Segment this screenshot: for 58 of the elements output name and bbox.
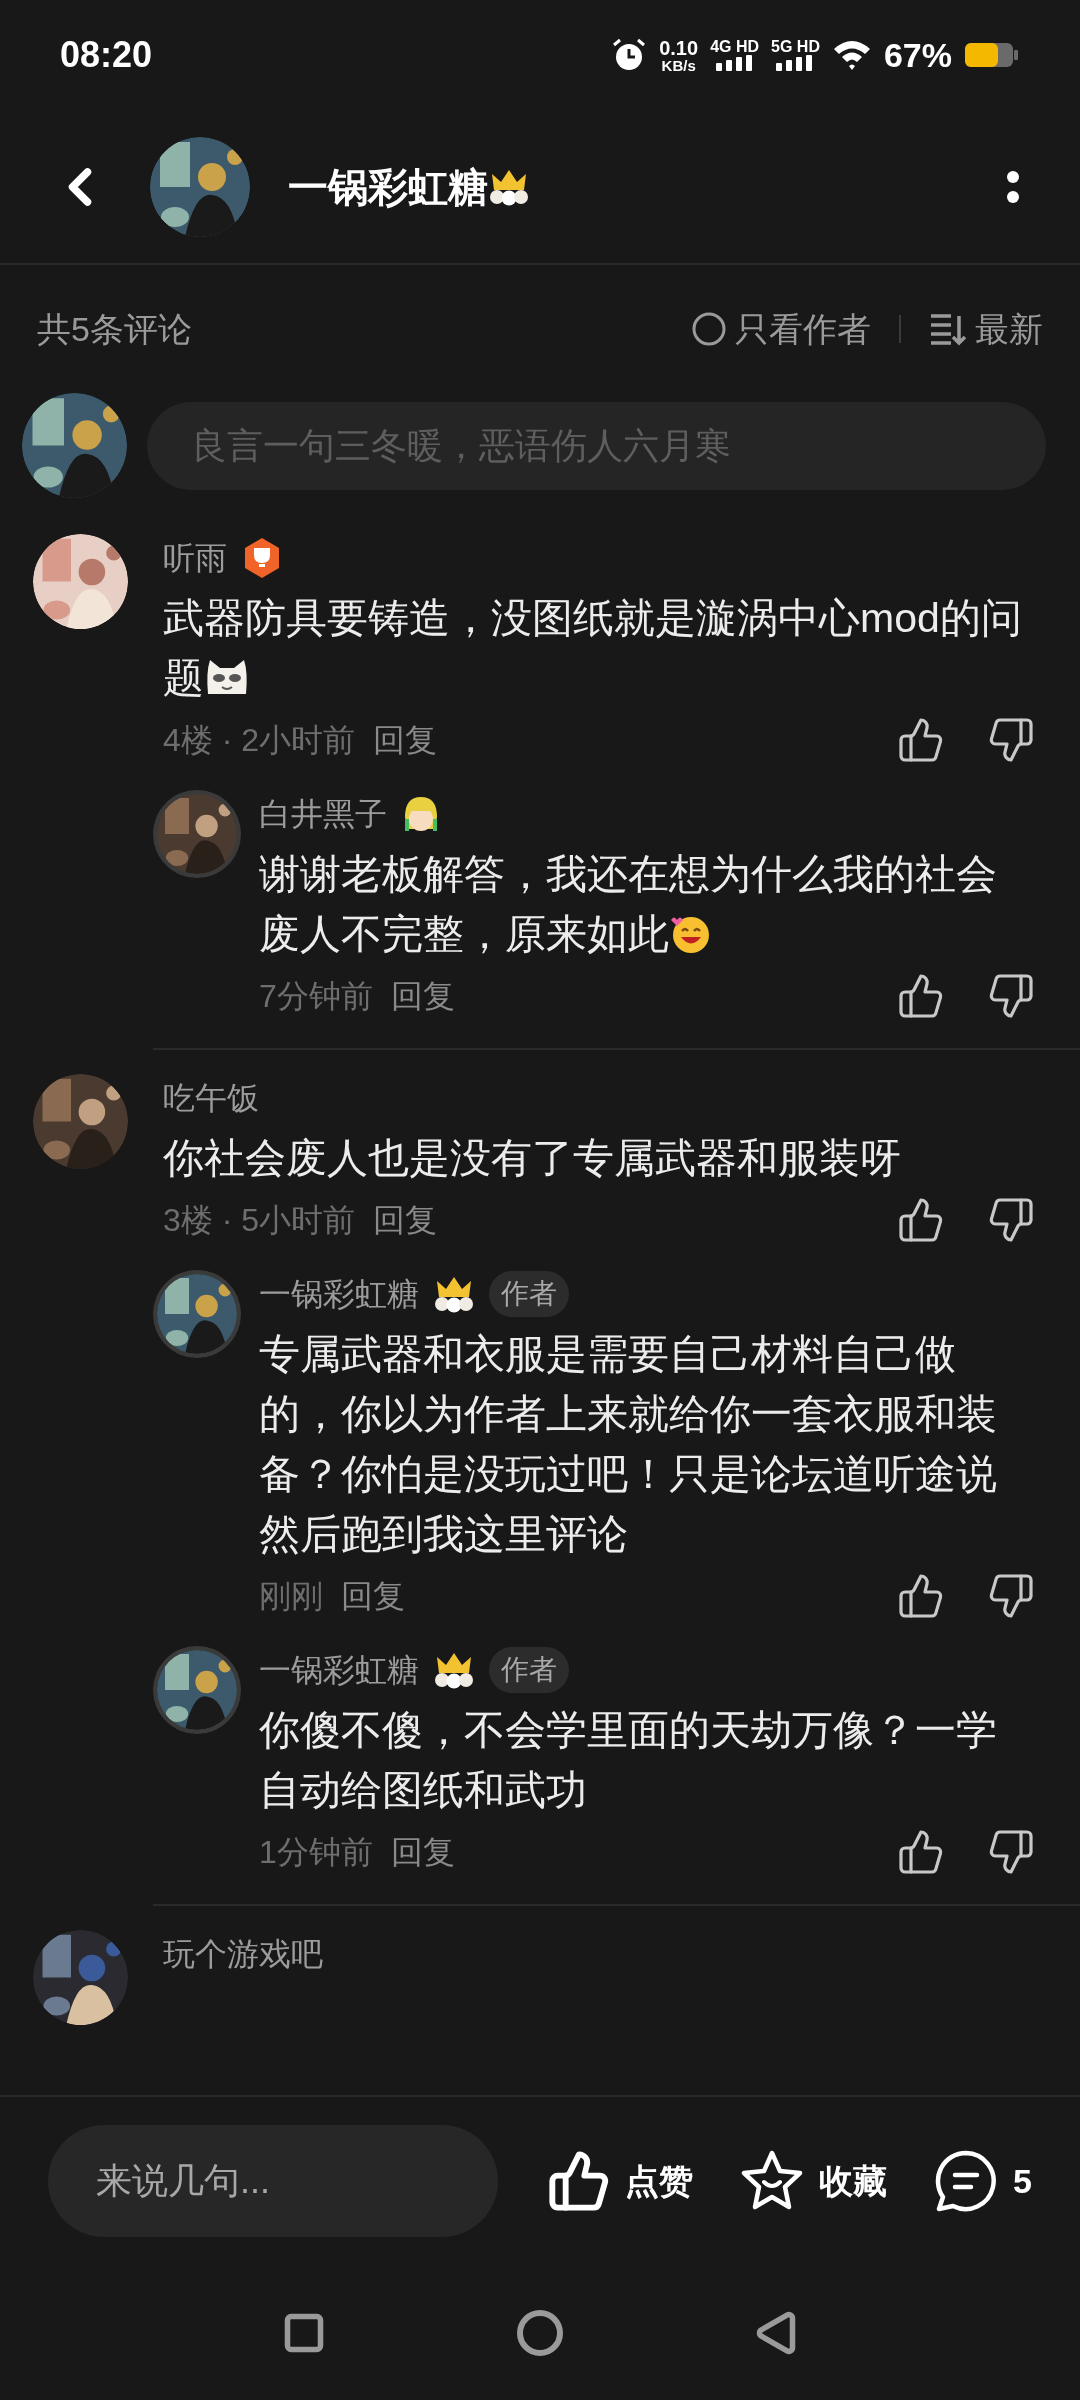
home-icon[interactable]	[516, 2308, 564, 2357]
user-name[interactable]: 玩个游戏吧	[163, 1930, 323, 1978]
header-title: 一锅彩虹糖	[288, 163, 488, 211]
comment-text: 专属武器和衣服是需要自己材料自己做的，你以为作者上来就给你一套衣服和装备？你怕是没玩过吧！只是论坛道听途说然后跑到我这里评论	[259, 1330, 998, 1559]
signal-icon	[714, 55, 755, 71]
like-icon[interactable]	[897, 972, 945, 1020]
like-icon[interactable]	[897, 1196, 945, 1244]
battery-percent: 67%	[883, 34, 952, 76]
dislike-icon[interactable]	[987, 972, 1035, 1020]
user-name[interactable]: 听雨	[163, 534, 227, 582]
comment-input[interactable]: 良言一句三冬暖，恶语伤人六月寒	[147, 401, 1046, 490]
like-button[interactable]: 点赞	[547, 2149, 694, 2213]
dislike-icon[interactable]	[987, 1828, 1035, 1876]
reply-link[interactable]: 回复	[373, 716, 438, 764]
comment-meta: 1分钟前	[259, 1833, 373, 1872]
comment-text: 谢谢老板解答，我还在想为什么我的社会废人不完整，原来如此	[259, 850, 998, 959]
user-name[interactable]: 一锅彩虹糖	[259, 1646, 419, 1694]
network-label: 5G HD	[771, 39, 820, 55]
dislike-icon[interactable]	[987, 1572, 1035, 1620]
battery-icon	[964, 41, 1018, 69]
like-icon[interactable]	[897, 716, 945, 764]
radio-icon	[691, 311, 727, 347]
dislike-icon[interactable]	[987, 716, 1035, 764]
author-tag: 作者	[489, 1647, 569, 1693]
reply-link[interactable]: 回复	[341, 1572, 405, 1620]
comment-meta: 4楼 · 2小时前	[163, 721, 356, 760]
comment-meta: 7分钟前	[259, 977, 373, 1016]
speed-unit: KB/s	[661, 57, 696, 73]
favorite-button[interactable]: 收藏	[739, 2149, 888, 2213]
author-only-toggle[interactable]: 只看作者	[691, 303, 871, 355]
network-speed: 0.10	[659, 37, 699, 58]
crown-icon	[433, 1275, 475, 1313]
user-name[interactable]: 白井黑子	[259, 790, 387, 838]
comment-text: 你傻不傻，不会学里面的天劫万像？一学自动给图纸和武功	[259, 1706, 998, 1815]
user-name[interactable]: 一锅彩虹糖	[259, 1270, 419, 1318]
comments-button[interactable]: 5	[933, 2149, 1032, 2213]
like-icon[interactable]	[897, 1572, 945, 1620]
comment-meta: 3楼 · 5小时前	[163, 1201, 356, 1240]
back-nav-icon[interactable]	[754, 2310, 798, 2355]
alarm-icon	[611, 37, 648, 73]
like-icon[interactable]	[897, 1828, 945, 1876]
reply-link[interactable]: 回复	[390, 1828, 455, 1876]
sort-button[interactable]: 最新	[929, 303, 1043, 355]
crown-icon	[433, 1651, 475, 1689]
network-label: 4G HD	[710, 39, 760, 55]
comment-text: 武器防具要铸造，没图纸就是漩涡中心mod的问题	[163, 594, 1023, 703]
comment-meta: 刚刚	[259, 1577, 323, 1616]
reply-link[interactable]: 回复	[373, 1196, 438, 1244]
reply-input[interactable]: 来说几句...	[48, 2125, 498, 2237]
reply-link[interactable]: 回复	[390, 972, 455, 1020]
comment-text: 你社会废人也是没有了专属武器和服装呀	[163, 1134, 902, 1183]
dislike-icon[interactable]	[987, 1196, 1035, 1244]
comment-count: 共5条评论	[37, 308, 192, 350]
more-icon[interactable]	[1006, 169, 1020, 204]
author-tag: 作者	[489, 1271, 569, 1317]
sort-icon	[929, 312, 967, 346]
status-time: 08:20	[60, 33, 153, 77]
user-name[interactable]: 吃午饭	[163, 1074, 259, 1122]
